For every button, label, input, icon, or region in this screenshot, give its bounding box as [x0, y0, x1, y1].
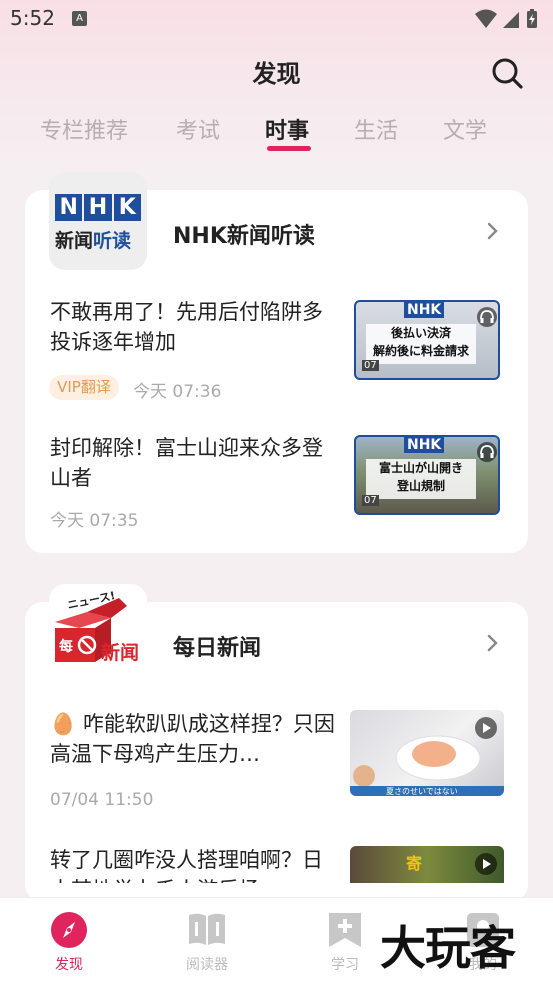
- tab-life[interactable]: 生活: [354, 113, 398, 145]
- mainichi-logo-news: 新闻: [101, 642, 140, 664]
- article-title[interactable]: 不敢再用了！先用后付陷阱多投诉逐年增加: [50, 297, 335, 357]
- thumb-caption-line1: 富士山が山開き: [378, 461, 463, 475]
- bookmark-plus-icon: [329, 913, 361, 947]
- thumb-caption: 夏さのせいではない: [386, 787, 458, 796]
- nav-discover[interactable]: 发现: [29, 898, 109, 984]
- tab-current-affairs[interactable]: 时事: [265, 113, 309, 145]
- tab-literature[interactable]: 文学: [443, 113, 487, 145]
- thumb-nhk-label: NHK: [404, 302, 445, 318]
- nhk-logo-news: 新闻: [55, 230, 94, 252]
- article-time: 今天 07:35: [50, 511, 139, 531]
- nhk-logo-listen: 听读: [93, 230, 132, 252]
- article-time: 今天 07:36: [133, 382, 222, 402]
- watermark: 大玩客: [380, 921, 516, 975]
- headphones-icon: [477, 442, 497, 462]
- thumb-nhk-label: NHK: [404, 437, 445, 453]
- wifi-icon: [475, 9, 497, 28]
- vip-translate-badge: VIP翻译: [49, 375, 119, 400]
- nhk-logo-n: N: [55, 194, 83, 221]
- category-tabs: 专栏推荐 考试 时事 生活 文学: [0, 113, 553, 159]
- nav-reader[interactable]: 阅读器: [167, 898, 247, 984]
- article-time: 07/04 11:50: [50, 790, 154, 810]
- play-icon: [475, 717, 497, 739]
- thumb-date: 07: [362, 495, 379, 506]
- chevron-right-icon[interactable]: [486, 221, 500, 241]
- article-title[interactable]: 🥚 咋能软趴趴成这样捏？只因高温下母鸡产生压力…: [50, 709, 335, 769]
- book-icon: [189, 913, 225, 945]
- thumb-caption-line2: 解約後に料金請求: [372, 344, 469, 358]
- search-icon[interactable]: [490, 56, 524, 90]
- status-icons: [475, 9, 537, 28]
- thumb-date: 07: [362, 360, 379, 371]
- article-thumbnail[interactable]: 夏さのせいではない: [350, 710, 504, 796]
- signal-icon: [503, 12, 519, 28]
- article-title[interactable]: 封印解除！富士山迎来众多登山者: [50, 433, 335, 493]
- compass-icon: [51, 912, 87, 948]
- nav-label: 发现: [55, 957, 83, 973]
- tab-column-recommend[interactable]: 专栏推荐: [40, 113, 128, 145]
- nhk-logo[interactable]: N H K 新闻听读: [49, 172, 147, 270]
- page-title: 发现: [252, 60, 301, 88]
- a-notification-icon: A: [72, 11, 87, 26]
- article-thumbnail[interactable]: NHK 富士山が山開き 登山規制 07: [354, 435, 500, 515]
- headphones-icon: [477, 307, 497, 327]
- thumb-caption-line1: 後払い決済: [390, 326, 451, 340]
- nav-label: 学习: [331, 957, 359, 973]
- article-thumbnail[interactable]: 寄: [350, 846, 504, 883]
- battery-icon: [527, 9, 537, 28]
- nhk-logo-h: H: [84, 194, 112, 221]
- thumb-caption: 寄: [406, 854, 423, 873]
- nav-label: 阅读器: [186, 957, 228, 973]
- mainichi-logo-char: 每: [59, 639, 73, 655]
- tab-exam[interactable]: 考试: [176, 113, 220, 145]
- thumb-caption-line2: 登山規制: [396, 479, 445, 493]
- status-time: 5:52: [10, 6, 55, 30]
- play-icon: [475, 853, 497, 875]
- source-name-mainichi[interactable]: 每日新闻: [173, 630, 261, 662]
- article-thumbnail[interactable]: NHK 後払い決済 解約後に料金請求 07: [354, 300, 500, 380]
- source-name-nhk[interactable]: NHK新闻听读: [173, 218, 315, 250]
- nav-study[interactable]: 学习: [305, 898, 385, 984]
- article-title[interactable]: 转了几圈咋没人搭理咱啊？日本某地举办千人游乐场: [50, 845, 335, 883]
- chevron-right-icon[interactable]: [486, 633, 500, 653]
- active-tab-indicator: [267, 146, 311, 151]
- status-bar: 5:52 A: [0, 0, 553, 36]
- nhk-logo-k: K: [113, 194, 141, 221]
- mainichi-logo[interactable]: ニュース! 每 新闻: [49, 584, 147, 682]
